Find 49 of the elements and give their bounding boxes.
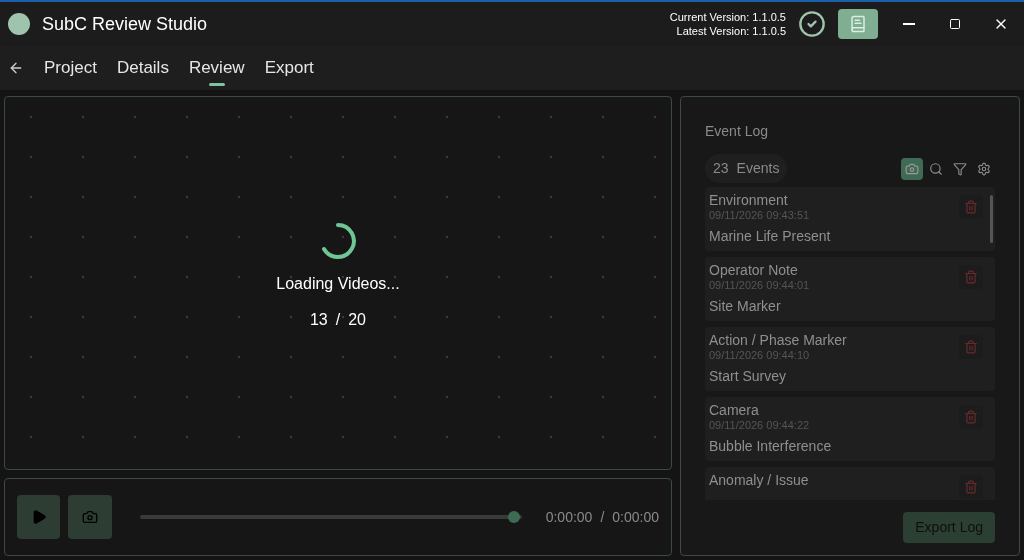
trash-icon	[964, 200, 978, 214]
camera-icon	[905, 161, 919, 176]
app-logo-icon	[8, 13, 30, 35]
snapshot-button[interactable]	[68, 495, 112, 539]
book-button[interactable]	[838, 9, 878, 39]
loading-text: Loading Videos...	[276, 274, 400, 294]
event-label: Marine Life Present	[709, 227, 832, 246]
time-separator: /	[600, 507, 605, 527]
trash-icon	[964, 340, 978, 354]
loading-spinner-icon	[319, 222, 357, 260]
count-separator: /	[335, 310, 341, 330]
elapsed-time: 0:00:00	[545, 507, 593, 527]
event-count-label: Events	[736, 159, 780, 178]
maximize-icon	[949, 18, 961, 30]
event-count: 23	[713, 159, 729, 178]
camera-icon	[82, 509, 98, 525]
panel-title: Event Log	[705, 122, 770, 141]
event-category: Action / Phase Marker	[709, 331, 848, 349]
latest-version: Latest Version: 1.1.0.5	[676, 24, 786, 38]
book-icon	[849, 15, 867, 33]
event-category: Anomaly / Issue	[709, 471, 810, 489]
search-icon	[929, 161, 943, 176]
total-count: 20	[348, 310, 366, 330]
nav-tab[interactable]: Project	[44, 50, 97, 86]
window-title: SubC Review Studio	[42, 12, 208, 36]
trash-icon	[964, 270, 978, 284]
check-icon[interactable]	[798, 10, 826, 38]
nav-tab[interactable]: Details	[116, 50, 169, 86]
trash-icon	[964, 480, 978, 494]
loaded-count: 13	[309, 310, 328, 330]
seek-thumb[interactable]	[508, 511, 521, 523]
filter-icon	[953, 161, 967, 176]
event-category: Camera	[709, 401, 760, 419]
event-label: Site Marker	[709, 297, 782, 316]
event-category: Operator Note	[709, 261, 799, 279]
event-category: Environment	[709, 191, 789, 209]
event-label: Bubble Interference	[709, 437, 833, 456]
trash-icon	[964, 410, 978, 424]
camera-tool-button[interactable]	[901, 157, 923, 180]
settings-icon	[977, 161, 991, 176]
event-card[interactable]: Anomaly / Issue	[705, 467, 995, 500]
nav-tab[interactable]: Export	[264, 50, 314, 86]
current-version: Current Version: 1.1.0.5	[669, 10, 786, 24]
minimize-icon	[903, 23, 915, 25]
nav-tab[interactable]: Review	[188, 50, 245, 86]
duration-time: 0:00:00	[612, 507, 659, 527]
event-label: Start Survey	[709, 367, 788, 386]
play-button[interactable]	[17, 495, 61, 539]
back-icon[interactable]	[8, 60, 24, 76]
